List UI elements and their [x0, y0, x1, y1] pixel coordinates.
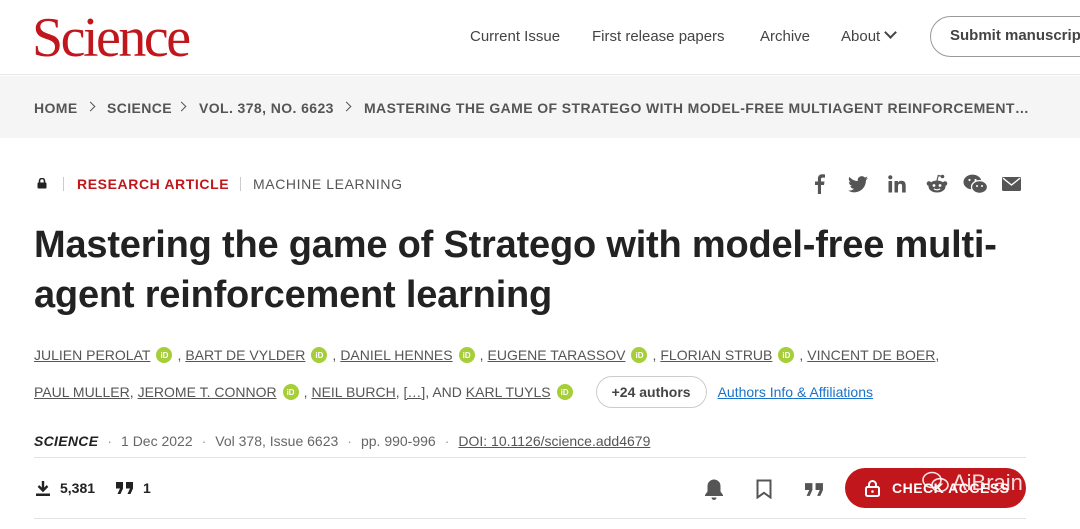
- downloads-count: 5,381: [60, 480, 96, 496]
- chevron-down-icon: [884, 26, 898, 39]
- breadcrumb-home[interactable]: HOME: [34, 100, 78, 116]
- site-header: Science Current Issue First release pape…: [0, 0, 1080, 75]
- breadcrumb-article: MASTERING THE GAME OF STRATEGO WITH MODE…: [364, 100, 1030, 116]
- chevron-right-icon: [85, 101, 96, 112]
- authors-affiliations-link[interactable]: Authors Info & Affiliations: [718, 384, 873, 400]
- orcid-icon[interactable]: iD: [778, 347, 795, 363]
- nav-archive[interactable]: Archive: [760, 28, 810, 45]
- watermark: AiBrain: [922, 470, 1023, 496]
- nav-first-release[interactable]: First release papers: [592, 28, 725, 45]
- article-topic[interactable]: MACHINE LEARNING: [253, 176, 403, 192]
- more-authors-button[interactable]: +24 authors: [595, 376, 707, 408]
- article-title: Mastering the game of Stratego with mode…: [34, 224, 997, 316]
- breadcrumb-science[interactable]: SCIENCE: [107, 100, 172, 116]
- science-logo[interactable]: Science: [32, 8, 191, 68]
- watermark-text: AiBrain: [952, 470, 1023, 495]
- author-link[interactable]: NEIL BURCH: [311, 384, 395, 400]
- author-line-1: JULIEN PEROLAT iD, BART DE VYLDER iD, DANI…: [34, 347, 940, 363]
- wechat-icon[interactable]: [962, 173, 988, 195]
- download-icon: [36, 480, 50, 496]
- author-ellipsis[interactable]: […]: [404, 384, 426, 400]
- chevron-right-icon: [176, 101, 187, 112]
- orcid-icon[interactable]: iD: [458, 347, 475, 363]
- reddit-icon[interactable]: [926, 173, 948, 195]
- nav-about-label: About: [841, 28, 881, 45]
- submit-manuscript-button[interactable]: Submit manuscript: [930, 16, 1080, 57]
- orcid-icon[interactable]: iD: [631, 347, 648, 363]
- breadcrumb: HOME SCIENCE VOL. 378, NO. 6623 MASTERIN…: [0, 76, 1080, 138]
- author-link[interactable]: VINCENT DE BOER: [807, 347, 935, 363]
- journal-name: SCIENCE: [34, 433, 99, 449]
- divider: [63, 177, 64, 191]
- page-range: pp. 990-996: [360, 433, 436, 449]
- author-line-2: PAUL MULLER, JEROME T. CONNOR iD, NEIL BU…: [34, 376, 873, 408]
- author-link[interactable]: JEROME T. CONNOR: [138, 384, 277, 400]
- author-link[interactable]: EUGENE TARASSOV: [488, 347, 626, 363]
- chevron-right-icon: [341, 101, 352, 112]
- author-link[interactable]: BART DE VYLDER: [185, 347, 305, 363]
- article-type[interactable]: RESEARCH ARTICLE: [77, 176, 229, 192]
- author-link[interactable]: DANIEL HENNES: [340, 347, 452, 363]
- lock-icon: [37, 178, 47, 189]
- bookmark-icon[interactable]: [752, 477, 776, 501]
- nav-current-issue[interactable]: Current Issue: [470, 28, 560, 45]
- and-label: , AND: [425, 384, 466, 400]
- author-link[interactable]: PAUL MULLER: [34, 384, 130, 400]
- quote-icon: [116, 482, 133, 494]
- email-icon[interactable]: [1000, 173, 1022, 195]
- divider: [34, 518, 1026, 519]
- citations-count: 1: [143, 480, 151, 496]
- downloads-metric[interactable]: 5,381: [36, 480, 95, 496]
- orcid-icon[interactable]: iD: [311, 347, 328, 363]
- bell-icon[interactable]: [702, 477, 726, 501]
- divider: [240, 177, 241, 191]
- cite-icon[interactable]: [802, 477, 826, 501]
- orcid-icon[interactable]: iD: [156, 347, 173, 363]
- nav-about[interactable]: About: [841, 26, 898, 45]
- divider: [34, 457, 1026, 458]
- author-link[interactable]: KARL TUYLS: [466, 384, 551, 400]
- citation-line: SCIENCE · 1 Dec 2022 · Vol 378, Issue 66…: [34, 433, 651, 449]
- citations-metric[interactable]: 1: [116, 480, 151, 496]
- orcid-icon[interactable]: iD: [282, 384, 299, 400]
- publication-date: 1 Dec 2022: [121, 433, 193, 449]
- breadcrumb-volume[interactable]: VOL. 378, NO. 6623: [199, 100, 334, 116]
- orcid-icon[interactable]: iD: [556, 384, 573, 400]
- lock-icon: [865, 479, 880, 497]
- doi-link[interactable]: DOI: 10.1126/science.add4679: [458, 433, 650, 449]
- author-link[interactable]: JULIEN PEROLAT: [34, 347, 150, 363]
- volume-issue[interactable]: Vol 378, Issue 6623: [215, 433, 338, 449]
- wechat-icon: [922, 471, 949, 493]
- twitter-icon[interactable]: [847, 173, 869, 195]
- facebook-icon[interactable]: [808, 173, 830, 195]
- linkedin-icon[interactable]: [886, 173, 908, 195]
- author-link[interactable]: FLORIAN STRUB: [660, 347, 772, 363]
